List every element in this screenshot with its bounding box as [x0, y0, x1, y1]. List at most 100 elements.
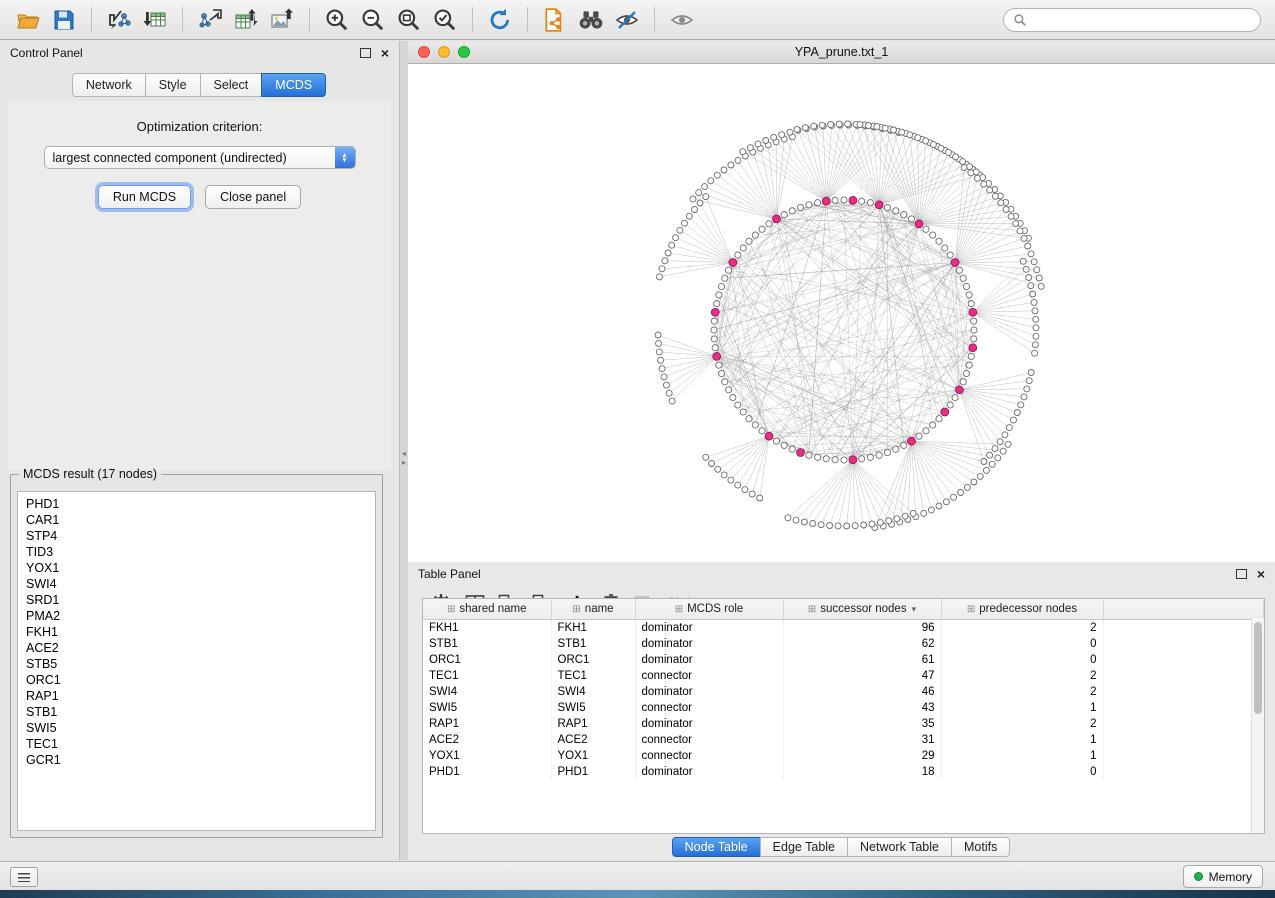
table-cell: 2	[941, 668, 1103, 684]
table-cell: connector	[635, 748, 783, 764]
network-window-titlebar[interactable]: YPA_prune.txt_1	[408, 41, 1275, 64]
panel-menu-button[interactable]	[10, 867, 38, 887]
mcds-result-item[interactable]: SWI5	[26, 720, 375, 736]
panel-splitter[interactable]: ◂▸	[400, 41, 408, 860]
table-cell: TEC1	[423, 668, 551, 684]
column-header-predecessor-nodes[interactable]: ⊞predecessor nodes	[941, 599, 1103, 620]
table-row[interactable]: YOX1YOX1connector291	[423, 748, 1264, 764]
table-scrollbar-thumb[interactable]	[1254, 622, 1262, 714]
memory-button[interactable]: Memory	[1183, 865, 1263, 888]
table-cell: ACE2	[423, 732, 551, 748]
table-row[interactable]: FKH1FKH1dominator962	[423, 620, 1264, 637]
export-image-button[interactable]	[264, 4, 300, 36]
optimization-criterion-value: largest connected component (undirected)	[45, 151, 335, 165]
optimization-criterion-select[interactable]: largest connected component (undirected)…	[44, 146, 356, 169]
show-details-button[interactable]	[664, 4, 700, 36]
mcds-result-item[interactable]: FKH1	[26, 624, 375, 640]
table-cell: dominator	[635, 716, 783, 732]
close-panel-icon[interactable]: ×	[381, 46, 389, 60]
table-row[interactable]: STB1STB1dominator620	[423, 636, 1264, 652]
list-icon	[18, 873, 30, 882]
open-session-button[interactable]	[10, 4, 46, 36]
binoculars-icon	[577, 8, 605, 32]
mcds-result-item[interactable]: STB5	[26, 656, 375, 672]
mcds-result-item[interactable]: ORC1	[26, 672, 375, 688]
close-panel-icon[interactable]: ×	[1257, 567, 1265, 581]
export-network-icon	[197, 8, 223, 32]
export-network-button[interactable]	[192, 4, 228, 36]
zoom-window-button[interactable]	[458, 46, 470, 58]
status-bar: Memory	[0, 861, 1275, 890]
network-canvas[interactable]	[408, 64, 1275, 562]
zoom-out-icon	[360, 7, 386, 33]
table-cell: 46	[783, 684, 941, 700]
mcds-result-item[interactable]: PHD1	[26, 496, 375, 512]
share-document-button[interactable]	[537, 4, 573, 36]
tab-edge-table[interactable]: Edge Table	[760, 837, 848, 857]
table-row[interactable]: ORC1ORC1dominator610	[423, 652, 1264, 668]
mcds-result-item[interactable]: TID3	[26, 544, 375, 560]
table-cell: 31	[783, 732, 941, 748]
save-session-button[interactable]	[46, 4, 82, 36]
table-row[interactable]: SWI4SWI4dominator462	[423, 684, 1264, 700]
export-table-button[interactable]	[228, 4, 264, 36]
column-header-mcds-role[interactable]: ⊞MCDS role	[635, 599, 783, 620]
column-header-name[interactable]: ⊞name	[551, 599, 635, 620]
mcds-result-item[interactable]: YOX1	[26, 560, 375, 576]
tab-network[interactable]: Network	[72, 73, 146, 97]
zoom-in-button[interactable]	[319, 4, 355, 36]
mcds-result-item[interactable]: STP4	[26, 528, 375, 544]
search-network-button[interactable]	[573, 4, 609, 36]
import-table-button[interactable]	[137, 4, 173, 36]
zoom-out-button[interactable]	[355, 4, 391, 36]
node-table-container: ⊞shared name ⊞name ⊞MCDS role ⊞successor…	[422, 598, 1265, 834]
memory-label: Memory	[1209, 870, 1252, 884]
mcds-result-item[interactable]: RAP1	[26, 688, 375, 704]
right-column: YPA_prune.txt_1 Table Panel ×	[408, 41, 1275, 860]
column-menu-icon: ⊞	[572, 604, 580, 615]
dropdown-arrows-icon: ▲▼	[335, 147, 355, 168]
sort-arrow-icon: ▾	[912, 605, 917, 615]
table-row[interactable]: PHD1PHD1dominator180	[423, 764, 1264, 780]
mcds-result-item[interactable]: STB1	[26, 704, 375, 720]
network-graph[interactable]	[408, 64, 1275, 562]
mcds-result-item[interactable]: CAR1	[26, 512, 375, 528]
close-panel-button[interactable]: Close panel	[205, 185, 301, 209]
mcds-result-item[interactable]: SRD1	[26, 592, 375, 608]
column-header-shared-name[interactable]: ⊞shared name	[423, 599, 551, 620]
search-input[interactable]	[1032, 12, 1260, 28]
table-cell: 1	[941, 748, 1103, 764]
table-scrollbar[interactable]	[1251, 618, 1264, 833]
mcds-result-item[interactable]: SWI4	[26, 576, 375, 592]
close-window-button[interactable]	[418, 46, 430, 58]
run-mcds-button[interactable]: Run MCDS	[98, 185, 191, 209]
tab-select[interactable]: Select	[200, 73, 263, 97]
table-row[interactable]: SWI5SWI5connector431	[423, 700, 1264, 716]
mcds-result-item[interactable]: GCR1	[26, 752, 375, 768]
table-cell: ACE2	[551, 732, 635, 748]
zoom-fit-button[interactable]	[391, 4, 427, 36]
tab-style[interactable]: Style	[145, 73, 201, 97]
tab-node-table[interactable]: Node Table	[672, 837, 761, 857]
table-cell: 2	[941, 620, 1103, 637]
mcds-result-item[interactable]: ACE2	[26, 640, 375, 656]
import-network-button[interactable]	[101, 4, 137, 36]
style-visibility-button[interactable]	[609, 4, 645, 36]
tab-mcds[interactable]: MCDS	[261, 73, 326, 97]
minimize-window-button[interactable]	[438, 46, 450, 58]
float-panel-icon[interactable]	[1236, 569, 1247, 579]
mcds-result-item[interactable]: PMA2	[26, 608, 375, 624]
refresh-button[interactable]	[482, 4, 518, 36]
tab-network-table[interactable]: Network Table	[847, 837, 952, 857]
tab-motifs[interactable]: Motifs	[951, 837, 1010, 857]
network-search-field[interactable]	[1003, 8, 1261, 32]
splitter-arrows-icon[interactable]: ◂▸	[400, 449, 408, 467]
mcds-result-item[interactable]: TEC1	[26, 736, 375, 752]
float-panel-icon[interactable]	[360, 48, 371, 58]
table-row[interactable]: RAP1RAP1dominator352	[423, 716, 1264, 732]
table-cell: YOX1	[423, 748, 551, 764]
zoom-selected-button[interactable]	[427, 4, 463, 36]
column-header-successor-nodes[interactable]: ⊞successor nodes▾	[783, 599, 941, 620]
table-row[interactable]: ACE2ACE2connector311	[423, 732, 1264, 748]
table-row[interactable]: TEC1TEC1connector472	[423, 668, 1264, 684]
